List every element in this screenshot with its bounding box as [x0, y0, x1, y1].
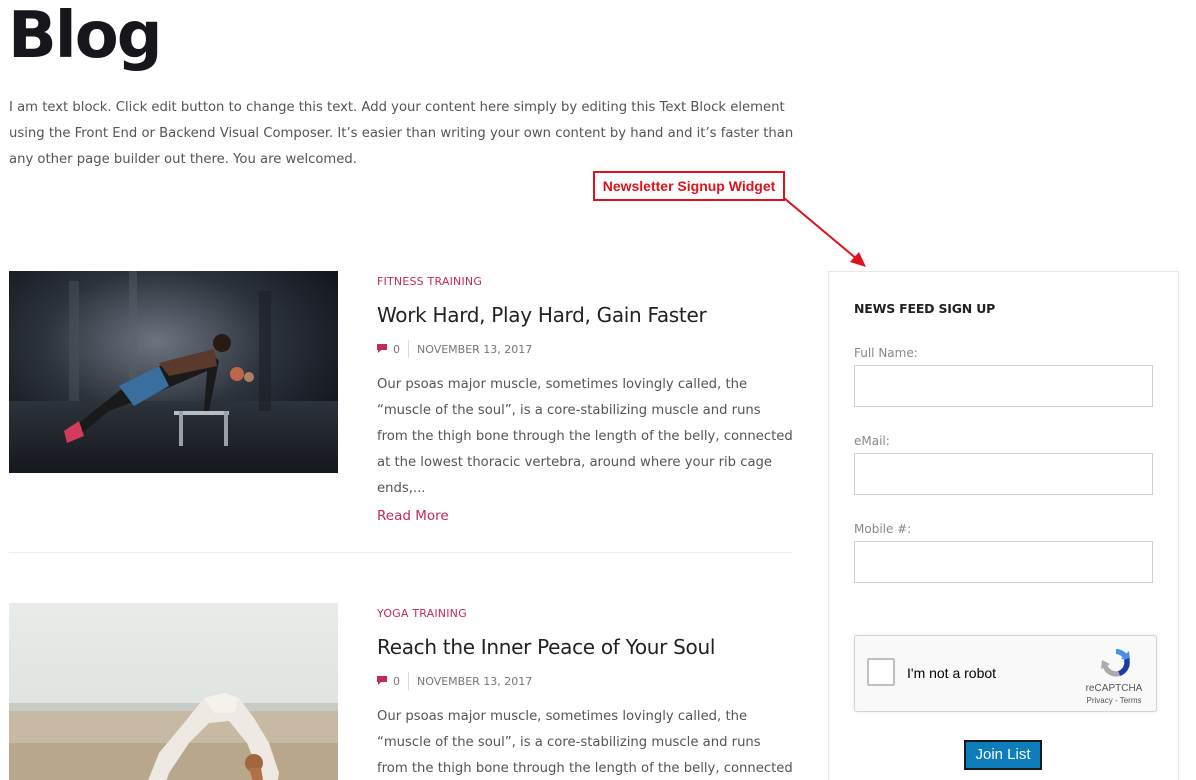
email-field[interactable]	[854, 453, 1153, 495]
widget-title: NEWS FEED SIGN UP	[854, 301, 996, 316]
post-entry: FITNESS TRAINING Work Hard, Play Hard, G…	[377, 274, 797, 529]
push-up-photo-icon	[9, 271, 338, 473]
comment-count[interactable]: 0	[393, 675, 400, 688]
post-category-link[interactable]: FITNESS TRAINING	[377, 274, 797, 290]
post-date: NOVEMBER 13, 2017	[417, 674, 533, 688]
meta-divider	[408, 672, 409, 690]
post-title-link[interactable]: Reach the Inner Peace of Your Soul	[377, 632, 797, 662]
post-thumbnail[interactable]	[9, 271, 338, 473]
recaptcha-label: I'm not a robot	[907, 665, 997, 681]
post-entry: YOGA TRAINING Reach the Inner Peace of Y…	[377, 606, 797, 780]
post-meta: 0 NOVEMBER 13, 2017	[377, 670, 797, 692]
yoga-backbend-photo-icon	[9, 603, 338, 780]
post-divider	[9, 552, 792, 553]
recaptcha-privacy-terms[interactable]: Privacy - Terms	[1072, 696, 1156, 705]
recaptcha-checkbox[interactable]	[867, 658, 895, 686]
recaptcha-widget: I'm not a robot reCAPTCHA Privacy - Term…	[854, 635, 1157, 712]
post-title-link[interactable]: Work Hard, Play Hard, Gain Faster	[377, 300, 797, 330]
newsletter-widget: NEWS FEED SIGN UP Full Name: eMail: Mobi…	[828, 271, 1179, 780]
meta-divider	[408, 340, 409, 358]
mobile-field[interactable]	[854, 541, 1153, 583]
mobile-label: Mobile #:	[854, 522, 912, 536]
join-list-button[interactable]: Join List	[964, 740, 1042, 770]
page-title: Blog	[8, 0, 162, 73]
email-label: eMail:	[854, 434, 890, 448]
full-name-field[interactable]	[854, 365, 1153, 407]
post-excerpt: Our psoas major muscle, sometimes loving…	[377, 377, 793, 496]
post-thumbnail[interactable]	[9, 603, 338, 780]
annotation-callout: Newsletter Signup Widget	[593, 171, 785, 201]
post-excerpt: Our psoas major muscle, sometimes loving…	[377, 709, 793, 776]
comment-count[interactable]: 0	[393, 343, 400, 356]
recaptcha-brand: reCAPTCHA	[1085, 683, 1143, 694]
post-date: NOVEMBER 13, 2017	[417, 342, 533, 356]
full-name-label: Full Name:	[854, 346, 918, 360]
comment-icon	[377, 343, 387, 353]
intro-text: I am text block. Click edit button to ch…	[9, 100, 794, 167]
recaptcha-logo-icon	[1101, 649, 1130, 677]
comment-icon	[377, 675, 387, 685]
annotation-arrow-icon	[783, 197, 866, 267]
post-category-link[interactable]: YOGA TRAINING	[377, 606, 797, 622]
read-more-link[interactable]: Read More	[377, 503, 797, 529]
post-meta: 0 NOVEMBER 13, 2017	[377, 338, 797, 360]
